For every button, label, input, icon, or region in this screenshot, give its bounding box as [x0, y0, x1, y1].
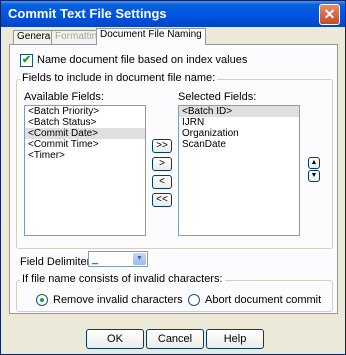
selected-fields-label: Selected Fields: — [178, 91, 257, 103]
field-delimiter-label: Field Delimiter: — [20, 256, 94, 268]
field-delimiter-select[interactable]: _ ▼ — [88, 251, 148, 267]
list-item[interactable]: <Batch Priority> — [25, 106, 145, 117]
remove-all-button[interactable]: << — [152, 193, 172, 207]
list-item[interactable]: <Batch ID> — [179, 106, 299, 117]
list-item[interactable]: <Batch Status> — [25, 117, 145, 128]
list-item[interactable]: ScanDate — [179, 139, 299, 150]
add-all-button[interactable]: >> — [152, 139, 172, 153]
list-item[interactable]: Organization — [179, 128, 299, 139]
title-bar[interactable]: Commit Text File Settings ✕ — [1, 1, 345, 27]
help-button[interactable]: Help — [206, 329, 264, 349]
available-fields-list[interactable]: <Batch Priority> <Batch Status> <Commit … — [24, 105, 146, 236]
name-by-index-checkbox[interactable]: ✔ — [20, 54, 33, 67]
abort-commit-label: Abort document commit — [205, 294, 322, 306]
move-down-button[interactable]: ▼ — [308, 170, 320, 182]
cancel-button[interactable]: Cancel — [146, 329, 204, 349]
move-up-button[interactable]: ▲ — [308, 157, 320, 169]
tab-document-file-naming[interactable]: Document File Naming — [96, 28, 206, 45]
selected-fields-list[interactable]: <Batch ID> IJRN Organization ScanDate — [178, 105, 300, 236]
tab-panel: ✔ Name document file based on index valu… — [9, 44, 338, 314]
window-title: Commit Text File Settings — [8, 6, 167, 21]
list-item[interactable]: <Commit Time> — [25, 139, 145, 150]
list-item[interactable]: <Timer> — [25, 150, 145, 161]
remove-invalid-label: Remove invalid characters — [53, 294, 183, 306]
available-fields-label: Available Fields: — [24, 91, 104, 103]
close-button[interactable]: ✕ — [319, 4, 340, 25]
name-by-index-label: Name document file based on index values — [37, 54, 248, 66]
field-delimiter-value: _ — [92, 253, 99, 265]
remove-button[interactable]: < — [152, 175, 172, 189]
ok-button[interactable]: OK — [86, 329, 144, 349]
invalid-chars-group-title: If file name consists of invalid charact… — [20, 273, 225, 285]
dialog-window: Commit Text File Settings ✕ General Form… — [0, 0, 346, 355]
add-button[interactable]: > — [152, 157, 172, 171]
fields-group-title: Fields to include in document file name: — [20, 72, 218, 84]
chevron-down-icon[interactable]: ▼ — [133, 253, 146, 265]
list-item[interactable]: <Commit Date> — [25, 128, 145, 139]
list-item[interactable]: IJRN — [179, 117, 299, 128]
abort-commit-radio[interactable] — [188, 294, 200, 306]
remove-invalid-radio[interactable] — [36, 294, 48, 306]
